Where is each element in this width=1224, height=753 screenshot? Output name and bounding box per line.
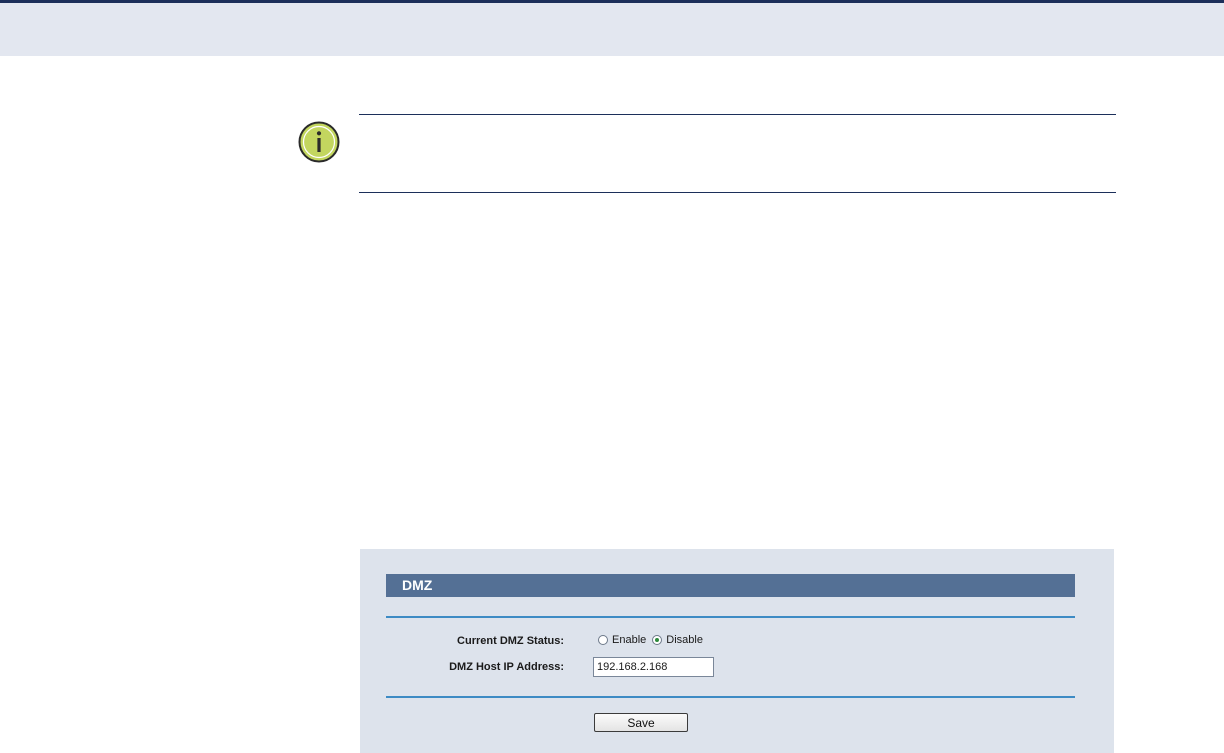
manual-page: DMZ Current DMZ Status: Enable Disable D…: [0, 0, 1224, 753]
header-band: [0, 3, 1224, 56]
enable-radio-label[interactable]: Enable: [612, 634, 646, 646]
dmz-host-ip-input[interactable]: [593, 657, 714, 677]
note-rule-top: [359, 114, 1116, 115]
panel-divider-top: [386, 616, 1075, 618]
dmz-status-label: Current DMZ Status:: [457, 635, 564, 647]
dmz-host-ip-label: DMZ Host IP Address:: [449, 661, 564, 673]
panel-title: DMZ: [402, 577, 433, 593]
enable-radio[interactable]: [598, 635, 608, 645]
disable-radio[interactable]: [652, 635, 663, 645]
dmz-status-radio-group: Enable Disable: [598, 634, 709, 646]
panel-title-bar: DMZ: [386, 574, 1075, 597]
note-rule-bottom: [359, 192, 1116, 193]
dmz-settings-panel: DMZ Current DMZ Status: Enable Disable D…: [360, 549, 1114, 753]
disable-radio-label[interactable]: Disable: [666, 634, 703, 646]
save-button[interactable]: Save: [594, 713, 688, 732]
panel-divider-bottom: [386, 696, 1075, 698]
info-icon: [298, 121, 340, 163]
